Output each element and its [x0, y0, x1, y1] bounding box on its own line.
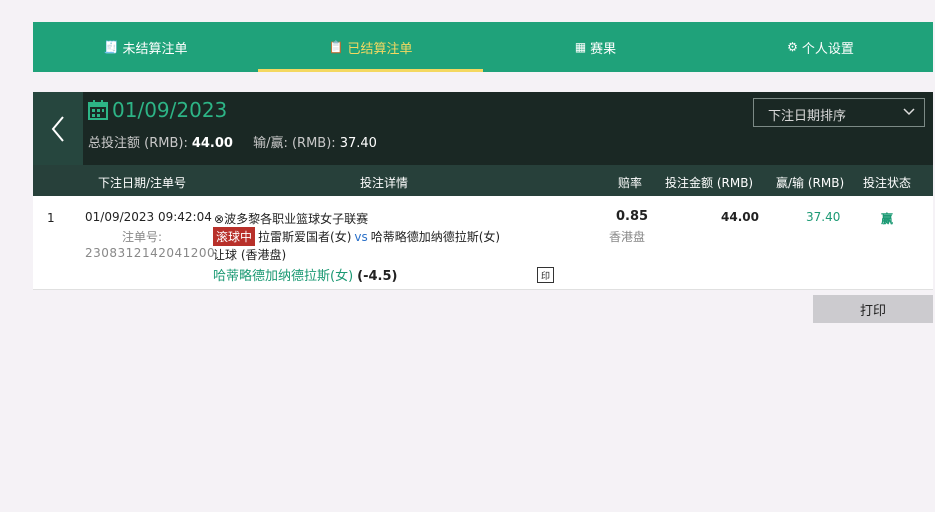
market-type: 让球 (香港盘) — [213, 248, 287, 262]
print-button[interactable]: 打印 — [813, 295, 933, 323]
table-row: 1 01/09/2023 09:42:04 注单号: 2308312142041… — [33, 196, 933, 290]
chevron-left-icon — [51, 115, 64, 142]
winloss-value: 37.40 — [339, 136, 377, 151]
checklist-icon: 📋 — [328, 40, 344, 54]
col-date-order: 下注日期/注单号 — [98, 176, 187, 190]
sort-selected-value: 下注日期排序 — [768, 109, 847, 124]
order-label: 注单号: — [122, 230, 163, 244]
away-team: 哈蒂略德加纳德拉斯(女) — [370, 230, 501, 244]
tab-settings[interactable]: ⚙ 个人设置 — [708, 22, 933, 72]
bet-datetime: 01/09/2023 09:42:04 — [85, 210, 212, 224]
col-details: 投注详情 — [360, 176, 409, 190]
winloss-label: 输/赢: (RMB): — [253, 136, 336, 151]
selection-team: 哈蒂略德加纳德拉斯(女) — [213, 269, 354, 284]
col-winloss: 赢/输 (RMB) — [776, 176, 845, 190]
match-teams: 滚球中 拉雷斯爱国者(女) vs 哈蒂略德加纳德拉斯(女) — [213, 227, 500, 246]
selected-date: 01/09/2023 — [112, 98, 228, 122]
selection-handicap: (-4.5) — [357, 269, 398, 284]
total-stake-label: 总投注额 (RMB): — [88, 136, 188, 151]
calendar-icon — [88, 100, 108, 120]
league-name: ⊗波多黎各职业篮球女子联赛 — [214, 212, 369, 226]
date-display: 01/09/2023 — [88, 98, 227, 122]
table-header: 下注日期/注单号 投注详情 赔率 投注金额 (RMB) 赢/输 (RMB) 投注… — [33, 165, 933, 196]
tab-label: 未结算注单 — [122, 41, 188, 57]
sort-select[interactable]: 下注日期排序 — [753, 98, 925, 127]
tab-label: 赛果 — [590, 41, 617, 57]
home-team: 拉雷斯爱国者(女) — [258, 230, 352, 244]
tab-label: 已结算注单 — [347, 41, 413, 57]
col-stake: 投注金额 (RMB) — [665, 176, 754, 190]
chevron-down-icon — [903, 108, 915, 116]
receipt-icon: 🧾 — [103, 40, 119, 54]
col-odds: 赔率 — [618, 176, 643, 190]
scoreboard-icon: ▦ — [574, 40, 587, 54]
bet-selection: 哈蒂略德加纳德拉斯(女) (-4.5) — [213, 265, 397, 284]
odds-type: 香港盘 — [609, 230, 646, 244]
tab-unsettled[interactable]: 🧾 未结算注单 — [33, 22, 258, 72]
tab-results[interactable]: ▦ 赛果 — [483, 22, 708, 72]
summary-row: 总投注额 (RMB): 44.00 输/赢: (RMB): 37.40 — [88, 132, 377, 151]
stake-value: 44.00 — [721, 210, 759, 224]
basketball-icon: ⊗ — [214, 212, 225, 226]
tab-label: 个人设置 — [801, 41, 854, 57]
document-icon[interactable]: 印 — [537, 267, 554, 283]
live-badge: 滚球中 — [213, 227, 256, 246]
tab-settled[interactable]: 📋 已结算注单 — [258, 22, 483, 72]
date-summary-header: 01/09/2023 总投注额 (RMB): 44.00 输/赢: (RMB): 3… — [33, 92, 933, 165]
col-status: 投注状态 — [863, 176, 912, 190]
winloss-amount: 37.40 — [806, 210, 841, 224]
order-number: 2308312142041200 — [85, 246, 216, 260]
main-tabs: 🧾 未结算注单 📋 已结算注单 ▦ 赛果 ⚙ 个人设置 — [33, 22, 933, 72]
row-index: 1 — [47, 211, 55, 225]
back-button[interactable] — [33, 92, 83, 165]
total-stake-value: 44.00 — [191, 136, 233, 151]
status-badge: 赢 — [881, 212, 894, 226]
settled-bets-panel: 01/09/2023 总投注额 (RMB): 44.00 输/赢: (RMB): 3… — [33, 92, 933, 290]
vs-label: vs — [354, 229, 368, 244]
odds-value: 0.85 — [616, 209, 649, 224]
gear-icon: ⚙ — [787, 40, 798, 54]
